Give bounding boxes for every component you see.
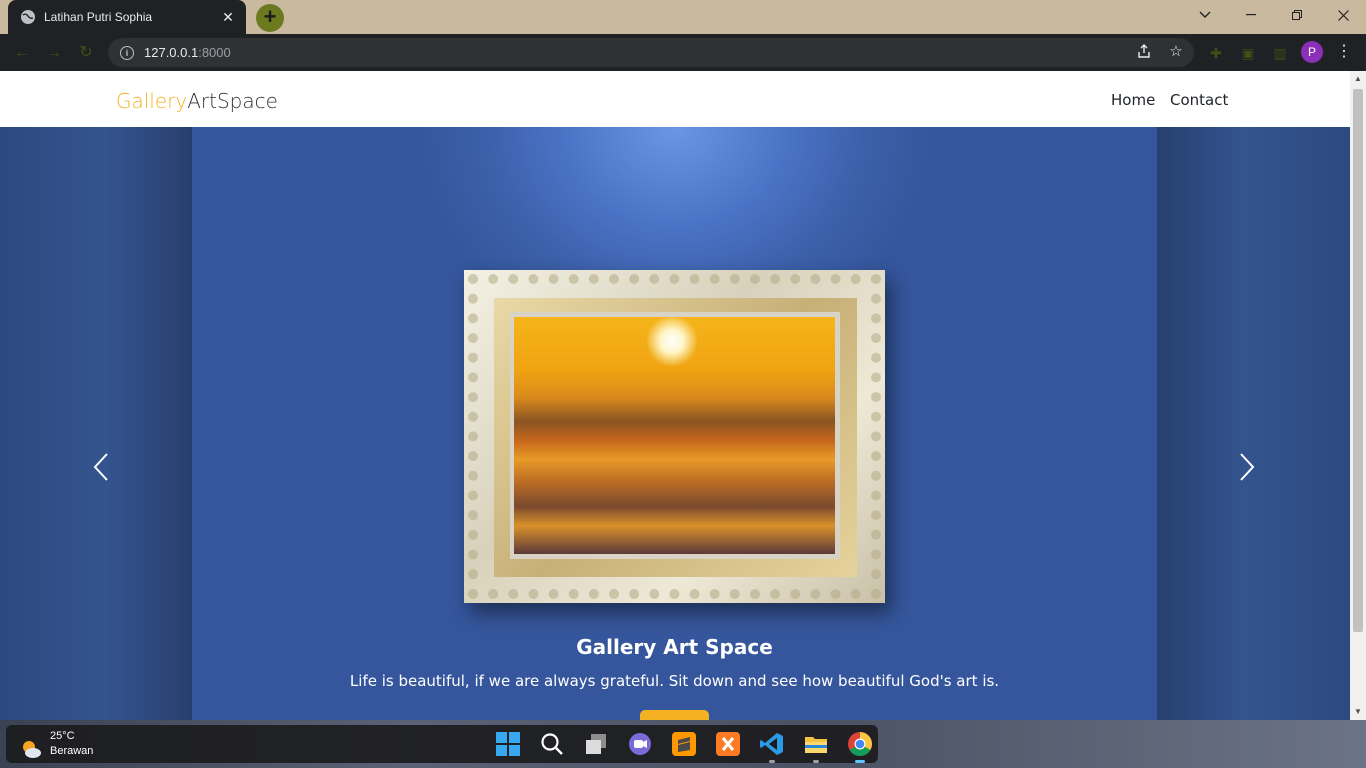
url-port: :8000 (198, 45, 231, 60)
weather-condition: Berawan (50, 745, 94, 757)
scroll-up-icon[interactable]: ▲ (1350, 71, 1366, 87)
browser-toolbar: ← → ↻ i 127.0.0.1:8000 (0, 34, 1366, 71)
painting-image (514, 317, 835, 554)
brand-part-gallery: Gallery (116, 89, 188, 113)
partly-cloudy-icon (23, 741, 41, 758)
weather-temperature: 25°C (50, 730, 75, 742)
close-tab-icon[interactable]: ✕ (220, 9, 236, 25)
wall-left (0, 127, 192, 720)
close-window-icon[interactable] (1320, 0, 1366, 30)
globe-icon (21, 10, 35, 24)
nav-link-contact[interactable]: Contact (1170, 91, 1228, 109)
vscode-running-indicator (769, 760, 775, 763)
taskbar-surface (6, 725, 878, 763)
forward-icon[interactable]: → (44, 43, 64, 63)
hero-title: Gallery Art Space (576, 635, 773, 659)
xampp-icon[interactable] (715, 731, 741, 757)
search-icon[interactable] (539, 731, 565, 757)
profile-avatar[interactable]: P (1301, 41, 1323, 63)
chevron-left-icon (93, 453, 108, 481)
address-bar[interactable]: i 127.0.0.1:8000 (108, 38, 1194, 67)
brand-part-artspace: ArtSpace (187, 89, 278, 113)
site-info-icon[interactable]: i (120, 45, 134, 60)
side-panel-icon[interactable]: ▥ (1271, 44, 1289, 62)
painting-frame (464, 270, 885, 603)
hero-carousel: Gallery Art Space Life is beautiful, if … (0, 127, 1350, 720)
new-tab-button[interactable]: + (256, 4, 284, 32)
tab-search-icon[interactable] (1182, 0, 1228, 30)
browser-tab[interactable]: Latihan Putri Sophia ✕ (8, 0, 246, 34)
minimize-icon[interactable] (1228, 0, 1274, 30)
bookmark-star-icon[interactable]: ☆ (1167, 43, 1185, 61)
extension-puzzle-icon[interactable]: ▣ (1239, 44, 1257, 62)
page-scrollbar[interactable]: ▲ ▼ (1350, 71, 1366, 720)
start-icon[interactable] (495, 731, 521, 757)
chrome-active-indicator (855, 760, 865, 763)
wall-right (1157, 127, 1350, 720)
hero-description: Life is beautiful, if we are always grat… (349, 672, 1000, 690)
vscode-icon[interactable] (759, 731, 785, 757)
carousel-next-button[interactable] (1232, 447, 1262, 487)
tab-title: Latihan Putri Sophia (44, 10, 153, 24)
teams-chat-icon[interactable] (627, 731, 653, 757)
page-viewport: GalleryArtSpace Home Contact Gallery Art… (0, 71, 1350, 720)
back-icon[interactable]: ← (12, 43, 32, 63)
scrollbar-thumb[interactable] (1353, 89, 1363, 632)
restore-icon[interactable] (1274, 0, 1320, 30)
nav-link-home[interactable]: Home (1111, 91, 1155, 109)
url-host: 127.0.0.1 (144, 45, 199, 60)
extensions-icon[interactable]: ✚ (1207, 44, 1225, 62)
weather-widget[interactable]: 25°C Berawan (18, 730, 108, 762)
file-explorer-icon[interactable] (803, 731, 829, 757)
reload-icon[interactable]: ↻ (76, 43, 96, 63)
scroll-down-icon[interactable]: ▼ (1350, 704, 1366, 720)
sublime-text-icon[interactable] (671, 731, 697, 757)
site-navbar: GalleryArtSpace Home Contact (0, 71, 1350, 127)
explorer-running-indicator (813, 760, 819, 763)
hero-cta-button[interactable] (640, 710, 709, 720)
chrome-icon[interactable] (847, 731, 873, 757)
task-view-icon[interactable] (583, 731, 609, 757)
site-brand[interactable]: GalleryArtSpace (116, 89, 278, 113)
browser-menu-icon[interactable]: ⋮ (1334, 40, 1354, 64)
share-icon[interactable] (1135, 43, 1153, 61)
tab-strip: Latihan Putri Sophia ✕ + (0, 0, 1366, 34)
chevron-right-icon (1240, 453, 1255, 481)
carousel-prev-button[interactable] (86, 447, 116, 487)
